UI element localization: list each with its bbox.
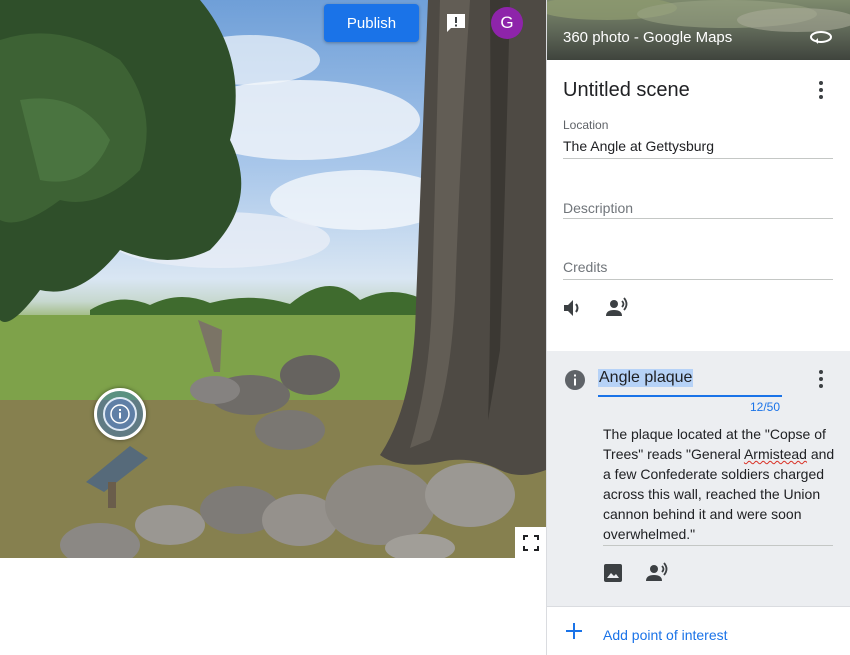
poi-description-misspelled: Armistead	[743, 446, 807, 462]
poi-title-underline	[598, 395, 782, 397]
plus-icon	[566, 623, 582, 639]
location-label: Location	[563, 118, 609, 132]
description-input[interactable]: Description	[563, 200, 633, 216]
credits-input[interactable]: Credits	[563, 259, 607, 275]
voice-narration-icon[interactable]	[605, 296, 629, 320]
poi-description-input[interactable]: The plaque located at the "Copse of Tree…	[603, 424, 835, 544]
rotate-360-icon[interactable]	[809, 28, 833, 46]
info-icon	[103, 397, 137, 431]
fullscreen-button[interactable]	[515, 527, 546, 558]
panorama-image	[0, 0, 546, 558]
panel-header: 360 photo - Google Maps	[547, 0, 850, 60]
feedback-icon[interactable]	[444, 11, 468, 35]
image-icon[interactable]	[601, 561, 625, 585]
add-point-of-interest-button[interactable]: Add point of interest	[547, 606, 850, 655]
fullscreen-icon	[522, 534, 539, 551]
volume-icon[interactable]	[561, 296, 585, 320]
scene-editor-panel: 360 photo - Google Maps Untitled scene L…	[546, 0, 850, 655]
poi-marker[interactable]	[94, 388, 146, 440]
scene-more-vert-icon[interactable]	[811, 80, 831, 100]
photo-viewer[interactable]: Publish G	[0, 0, 546, 558]
location-underline	[563, 158, 833, 159]
publish-button[interactable]: Publish	[324, 4, 419, 42]
poi-title-input[interactable]: Angle plaque	[598, 369, 694, 387]
viewer-bottom-area	[0, 558, 546, 655]
poi-title-counter: 12/50	[750, 400, 781, 414]
description-underline	[563, 218, 833, 219]
voice-narration-icon[interactable]	[645, 561, 669, 585]
info-icon	[565, 370, 585, 390]
add-point-of-interest-label: Add point of interest	[603, 627, 728, 643]
poi-description-underline	[603, 545, 833, 546]
poi-card: Angle plaque 12/50 The plaque located at…	[547, 351, 850, 606]
credits-underline	[563, 279, 833, 280]
scene-title[interactable]: Untitled scene	[563, 79, 690, 102]
panel-header-title: 360 photo - Google Maps	[563, 29, 733, 46]
account-avatar[interactable]: G	[491, 7, 523, 39]
poi-more-vert-icon[interactable]	[811, 369, 831, 389]
location-input[interactable]: The Angle at Gettysburg	[563, 138, 714, 154]
